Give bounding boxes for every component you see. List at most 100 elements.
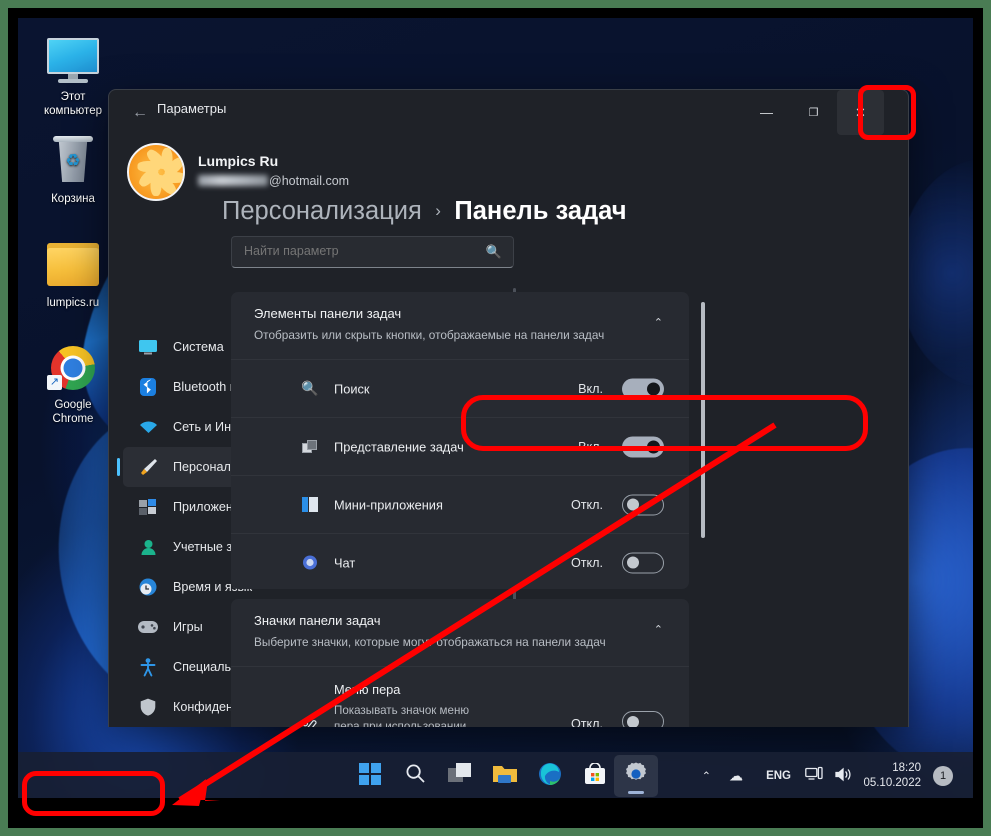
row-label: Мини-приложения	[334, 497, 443, 512]
desktop-icon-label: компьютер	[44, 105, 102, 117]
toggle-search[interactable]	[622, 378, 664, 399]
row-state: Откл.	[570, 497, 603, 512]
desktop-icon-this-pc[interactable]: Этот компьютер	[27, 34, 119, 118]
desktop-icon-google-chrome[interactable]: ↗ Google Chrome	[27, 342, 119, 426]
language-indicator[interactable]: ENG	[766, 770, 791, 782]
section-title: Элементы панели задач	[254, 306, 402, 321]
section-subtitle: Выберите значки, которые могут отображат…	[254, 635, 606, 649]
page-title: Панель задач	[454, 197, 627, 225]
redacted-email	[198, 175, 268, 186]
screenshot-frame: Этот компьютер ♻ Корзина lumpics.ru ↗ Go…	[0, 0, 991, 836]
toggle-task-view[interactable]	[622, 436, 664, 457]
taskbar-file-explorer-button[interactable]	[489, 760, 521, 792]
time-language-icon	[137, 576, 159, 598]
taskbar-items-card: Элементы панели задач Отобразить или скр…	[231, 292, 689, 589]
maximize-icon: ❐	[808, 107, 819, 119]
account-email-suffix: @hotmail.com	[269, 174, 350, 188]
chevron-up-icon[interactable]: ⌃	[654, 623, 663, 636]
table-row[interactable]: Представление задач Вкл.	[231, 417, 689, 475]
recycle-bin-icon: ♻	[27, 136, 119, 188]
clock-date: 05.10.2022	[863, 777, 921, 789]
network-icon	[137, 416, 159, 438]
desktop-icon-label: Google	[54, 399, 92, 411]
maximize-button[interactable]: ❐	[790, 90, 837, 135]
breadcrumb[interactable]: Персонализация › Панель задач	[222, 197, 627, 226]
breadcrumb-separator: ›	[435, 201, 441, 220]
notification-badge[interactable]: 1	[933, 766, 953, 786]
pen-menu-icon	[301, 717, 319, 727]
shortcut-arrow-icon: ↗	[47, 375, 62, 390]
task-view-icon	[301, 438, 319, 456]
taskbar-icons-card: Значки панели задач Выберите значки, кот…	[231, 599, 689, 727]
gaming-icon	[137, 616, 159, 638]
personalization-icon	[137, 456, 159, 478]
desktop-icon-label: Этот	[60, 91, 86, 103]
section-header[interactable]: Значки панели задач Выберите значки, кот…	[231, 599, 689, 666]
desktop-icon-recycle-bin[interactable]: ♻ Корзина	[27, 136, 119, 206]
toggle-widgets[interactable]	[622, 494, 664, 515]
minimize-button[interactable]: —	[743, 90, 790, 135]
close-button[interactable]: ✕	[837, 90, 884, 135]
active-app-indicator	[628, 791, 644, 794]
taskbar[interactable]: ⌃ ☁ ENG 18:20 05.10.2022 1	[18, 752, 973, 800]
settings-gear-icon	[623, 761, 649, 792]
table-row[interactable]: 🔍 Поиск Вкл.	[231, 359, 689, 417]
section-header[interactable]: Элементы панели задач Отобразить или скр…	[231, 292, 689, 359]
network-icon[interactable]	[805, 766, 823, 786]
taskbar-store-button[interactable]	[579, 760, 611, 792]
table-row[interactable]: Чат Откл.	[231, 533, 689, 589]
row-label: Меню пера	[334, 682, 401, 697]
chrome-icon: ↗	[27, 342, 119, 394]
row-label: Чат	[334, 555, 356, 570]
account-name: Lumpics Ru	[198, 153, 279, 169]
folder-icon	[492, 763, 518, 790]
settings-window[interactable]: ← Параметры — ❐ ✕ Lumpics Ru @hotmail.co…	[108, 89, 909, 727]
main-scrollbar[interactable]	[701, 302, 705, 538]
toggle-chat[interactable]	[622, 552, 664, 573]
taskbar-edge-button[interactable]	[534, 760, 566, 792]
search-icon	[405, 763, 426, 789]
sidebar-item-label: Игры	[173, 620, 203, 634]
chevron-up-icon[interactable]: ⌃	[654, 316, 663, 329]
taskbar-search-button[interactable]	[399, 760, 431, 792]
table-row[interactable]: Мини-приложения Откл.	[231, 475, 689, 533]
close-icon: ✕	[855, 104, 866, 120]
volume-icon[interactable]	[835, 767, 853, 786]
breadcrumb-parent[interactable]: Персонализация	[222, 197, 422, 225]
chevron-up-icon[interactable]: ⌃	[702, 770, 711, 783]
row-description: Показывать значок меню пера при использо…	[334, 704, 470, 727]
row-state: Откл.	[570, 555, 603, 570]
taskbar-settings-button[interactable]	[614, 755, 658, 797]
window-title: Параметры	[157, 101, 227, 116]
row-label: Представление задач	[334, 439, 464, 454]
section-subtitle: Отобразить или скрыть кнопки, отображаем…	[254, 328, 605, 342]
accounts-icon	[137, 536, 159, 558]
clock[interactable]: 18:20 05.10.2022	[863, 761, 921, 791]
onedrive-icon[interactable]: ☁	[729, 768, 743, 785]
bluetooth-icon	[137, 376, 159, 398]
sidebar-item-label: Система	[173, 340, 224, 354]
task-view-icon	[448, 763, 472, 789]
desktop-icon-lumpics-folder[interactable]: lumpics.ru	[27, 240, 119, 310]
desktop-icon-label: Корзина	[51, 193, 95, 205]
chat-icon	[301, 554, 319, 572]
privacy-icon	[137, 696, 159, 718]
desktop-icon-label: Chrome	[52, 413, 94, 425]
toggle-pen-menu[interactable]	[622, 711, 664, 727]
window-titlebar: ← Параметры — ❐ ✕	[109, 90, 908, 135]
row-state: Откл.	[570, 717, 603, 727]
section-title: Значки панели задач	[254, 613, 381, 628]
system-icon	[137, 336, 159, 358]
row-state: Вкл.	[578, 439, 603, 454]
table-row[interactable]: Меню пера Показывать значок меню пера пр…	[231, 666, 689, 727]
wallpaper-bloom	[898, 158, 973, 388]
back-arrow-icon: ←	[132, 104, 148, 121]
account-email: @hotmail.com	[198, 174, 349, 188]
windows-start-icon	[359, 762, 381, 790]
taskbar-task-view-button[interactable]	[444, 760, 476, 792]
start-button[interactable]	[354, 760, 386, 792]
minimize-icon: —	[760, 105, 773, 120]
back-button[interactable]: ←	[125, 98, 155, 128]
row-state: Вкл.	[578, 381, 603, 396]
folder-icon	[27, 240, 119, 292]
